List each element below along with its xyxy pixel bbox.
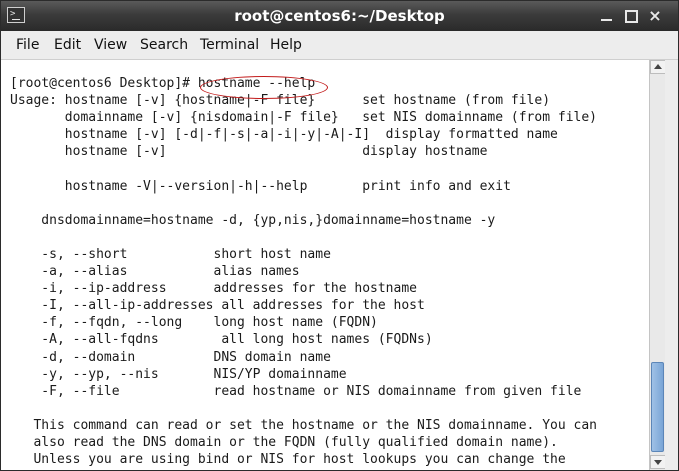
terminal-text: [root@centos6 Desktop]# hostname --help U… xyxy=(10,75,597,468)
terminal-line: -a, --alias alias names xyxy=(10,264,300,280)
terminal-line: also read the DNS domain or the FQDN (fu… xyxy=(10,434,558,450)
title-bar[interactable]: > root@centos6:~/Desktop × xyxy=(1,1,678,31)
terminal-line: -y, --yp, --nis NIS/YP domainname xyxy=(10,366,347,382)
terminal-output[interactable]: [root@centos6 Desktop]# hostname --help U… xyxy=(1,60,649,470)
menu-search[interactable]: Search xyxy=(140,31,188,59)
menu-help[interactable]: Help xyxy=(270,31,302,59)
terminal-line: hostname [-v] [-d|-f|-s|-a|-i|-y|-A|-I] … xyxy=(10,127,558,143)
arrow-up-icon xyxy=(654,64,662,69)
arrow-down-icon xyxy=(654,460,662,465)
vertical-scrollbar[interactable] xyxy=(649,60,666,470)
scroll-up-button[interactable] xyxy=(650,60,666,74)
terminal-line: Unless you are using bind or NIS for hos… xyxy=(10,452,566,468)
terminal-line: hostname [-v] display hostname xyxy=(10,144,488,160)
terminal-line: -d, --domain DNS domain name xyxy=(10,349,331,365)
terminal-window: > root@centos6:~/Desktop × File Edit Vie… xyxy=(0,0,679,471)
terminal-line: domainname [-v] {nisdomain|-F file} set … xyxy=(10,110,597,126)
scroll-thumb[interactable] xyxy=(651,362,664,452)
terminal-line: dnsdomainname=hostname -d, {yp,nis,}doma… xyxy=(10,212,496,228)
window-edge xyxy=(665,60,678,470)
menu-bar: File Edit View Search Terminal Help xyxy=(1,31,678,60)
minimize-icon xyxy=(601,19,612,21)
terminal-line: -i, --ip-address addresses for the hostn… xyxy=(10,281,417,297)
maximize-icon xyxy=(625,10,638,23)
terminal-line: -s, --short short host name xyxy=(10,246,331,262)
highlight-circle xyxy=(200,76,328,99)
terminal-line: -A, --all-fqdns all long host names (FQD… xyxy=(10,332,433,348)
menu-terminal[interactable]: Terminal xyxy=(200,31,259,59)
menu-view[interactable]: View xyxy=(94,31,127,59)
terminal-line: -F, --file read hostname or NIS domainna… xyxy=(10,383,582,399)
terminal-line: hostname -V|--version|-h|--help print in… xyxy=(10,178,511,194)
window-title: root@centos6:~/Desktop xyxy=(234,7,445,25)
menu-edit[interactable]: Edit xyxy=(54,31,81,59)
scroll-down-button[interactable] xyxy=(650,455,666,469)
minimize-button[interactable] xyxy=(597,7,617,25)
menu-file[interactable]: File xyxy=(16,31,39,59)
close-icon: × xyxy=(648,6,662,25)
close-button[interactable]: × xyxy=(645,7,665,25)
terminal-line: -f, --fqdn, --long long host name (FQDN) xyxy=(10,315,378,331)
terminal-line: This command can read or set the hostnam… xyxy=(10,417,597,433)
maximize-button[interactable] xyxy=(621,7,641,25)
terminal-line: -I, --all-ip-addresses all addresses for… xyxy=(10,298,425,314)
